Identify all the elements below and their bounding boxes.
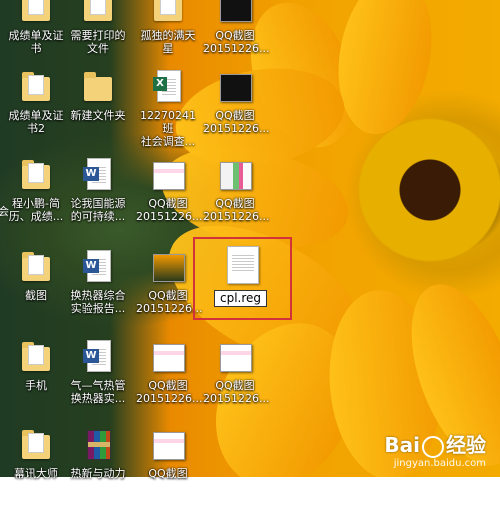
desktop-icon-excel-document[interactable]: X 12270241班 社会调查...	[136, 70, 200, 148]
icon-label: 成绩单及证 书	[8, 29, 64, 55]
icon-label: QQ截图 20151226...	[203, 379, 270, 405]
folder-icon	[19, 428, 53, 464]
image-thumbnail-icon	[151, 340, 185, 376]
word-document-icon: W	[81, 340, 115, 376]
baidu-watermark: Bai 经验 jingyan.baidu.com	[384, 429, 486, 469]
desktop-icon-screenshot[interactable]: QQ截图 20151226...	[203, 70, 270, 148]
icon-label: 孤独的满天 星	[140, 29, 196, 55]
word-document-icon: W	[81, 158, 115, 194]
icon-label: 截图	[25, 289, 47, 302]
desktop-icon-screenshot[interactable]: QQ截图 20151226...	[203, 340, 270, 418]
desktop-icon-reg-file[interactable]: cpl.reg	[207, 242, 279, 314]
desktop-icon-screenshot[interactable]: QQ截图 20151226...	[203, 0, 270, 68]
partial-icon-label: 会	[0, 205, 9, 218]
icon-label: 需要打印的 文件	[70, 29, 126, 55]
watermark-brand: Bai	[384, 433, 420, 457]
desktop-icon-folder[interactable]: 成绩单及证 书2	[4, 70, 68, 148]
desktop-icon-word-document[interactable]: W 论我国能源 的可持续...	[66, 158, 130, 236]
desktop-icon-folder[interactable]: 程小鹏-简 历、成绩...	[4, 158, 68, 236]
icon-label: 热新与动力	[70, 467, 126, 480]
desktop-icon-screenshot[interactable]: QQ截图 20151226...	[203, 158, 270, 236]
icon-label: QQ截图 20151226...	[203, 29, 270, 55]
desktop-icon-folder[interactable]: 孤独的满天 星	[136, 0, 200, 68]
desktop-icon-screenshot[interactable]: QQ截图	[136, 428, 200, 506]
desktop-icon-screenshot[interactable]: QQ截图 20151226...	[136, 340, 203, 418]
icon-label: 幕讯大师	[14, 467, 58, 480]
desktop-icon-word-document[interactable]: W 换热器综合 实验报告...	[66, 250, 130, 328]
desktop-icon-archive[interactable]: 热新与动力	[66, 428, 130, 506]
folder-icon	[81, 0, 115, 26]
registry-file-icon	[227, 246, 259, 284]
rename-field[interactable]: cpl.reg	[214, 290, 268, 307]
icon-label: 气—气热管 换热器实...	[70, 379, 126, 405]
folder-icon	[19, 70, 53, 106]
icon-label: 成绩单及证 书2	[8, 109, 64, 135]
desktop-icon-folder[interactable]: 手机	[4, 340, 68, 418]
icon-label: QQ截图 20151226...	[136, 379, 203, 405]
icon-label: 手机	[25, 379, 47, 392]
watermark-brand-suffix: 经验	[446, 433, 486, 457]
watermark-url: jingyan.baidu.com	[393, 458, 486, 469]
flower-center	[355, 90, 500, 290]
desktop-icon-folder[interactable]: 幕讯大师	[4, 428, 68, 506]
image-thumbnail-icon	[218, 0, 252, 26]
icon-label: QQ截图 20151226...	[203, 109, 270, 135]
folder-icon	[19, 0, 53, 26]
desktop-icon-folder[interactable]: 需要打印的 文件	[66, 0, 130, 68]
desktop-icon-screenshot[interactable]: QQ截图 20151226...	[136, 158, 203, 236]
image-thumbnail-icon	[151, 250, 185, 286]
folder-icon	[81, 70, 115, 106]
desktop-icon-folder[interactable]: 新建文件夹	[66, 70, 130, 148]
folder-icon	[151, 0, 185, 26]
icon-label: 程小鹏-简 历、成绩...	[8, 197, 64, 223]
icon-label: QQ截图	[148, 467, 188, 480]
icon-label: 新建文件夹	[70, 109, 126, 122]
icon-label: 论我国能源 的可持续...	[70, 197, 126, 223]
folder-icon	[19, 340, 53, 376]
desktop-icon-word-document[interactable]: W 气—气热管 换热器实...	[66, 340, 130, 418]
excel-document-icon: X	[151, 70, 185, 106]
image-thumbnail-icon	[218, 158, 252, 194]
desktop-icon-folder[interactable]: 成绩单及证 书	[4, 0, 68, 68]
image-thumbnail-icon	[218, 340, 252, 376]
icon-label: QQ截图 20151226...	[136, 289, 203, 315]
icon-label: 12270241班 社会调查...	[140, 109, 196, 148]
paw-icon	[422, 435, 444, 458]
winrar-archive-icon	[81, 428, 115, 464]
icon-label: QQ截图 20151226...	[136, 197, 203, 223]
icon-label: 换热器综合 实验报告...	[70, 289, 126, 315]
folder-icon	[19, 250, 53, 286]
word-document-icon: W	[81, 250, 115, 286]
folder-icon	[19, 158, 53, 194]
icon-label: QQ截图 20151226...	[203, 197, 270, 223]
desktop-icon-screenshot[interactable]: QQ截图 20151226...	[136, 250, 203, 328]
image-thumbnail-icon	[151, 158, 185, 194]
image-thumbnail-icon	[151, 428, 185, 464]
image-thumbnail-icon	[218, 70, 252, 106]
desktop-icon-folder[interactable]: 截图	[4, 250, 68, 328]
